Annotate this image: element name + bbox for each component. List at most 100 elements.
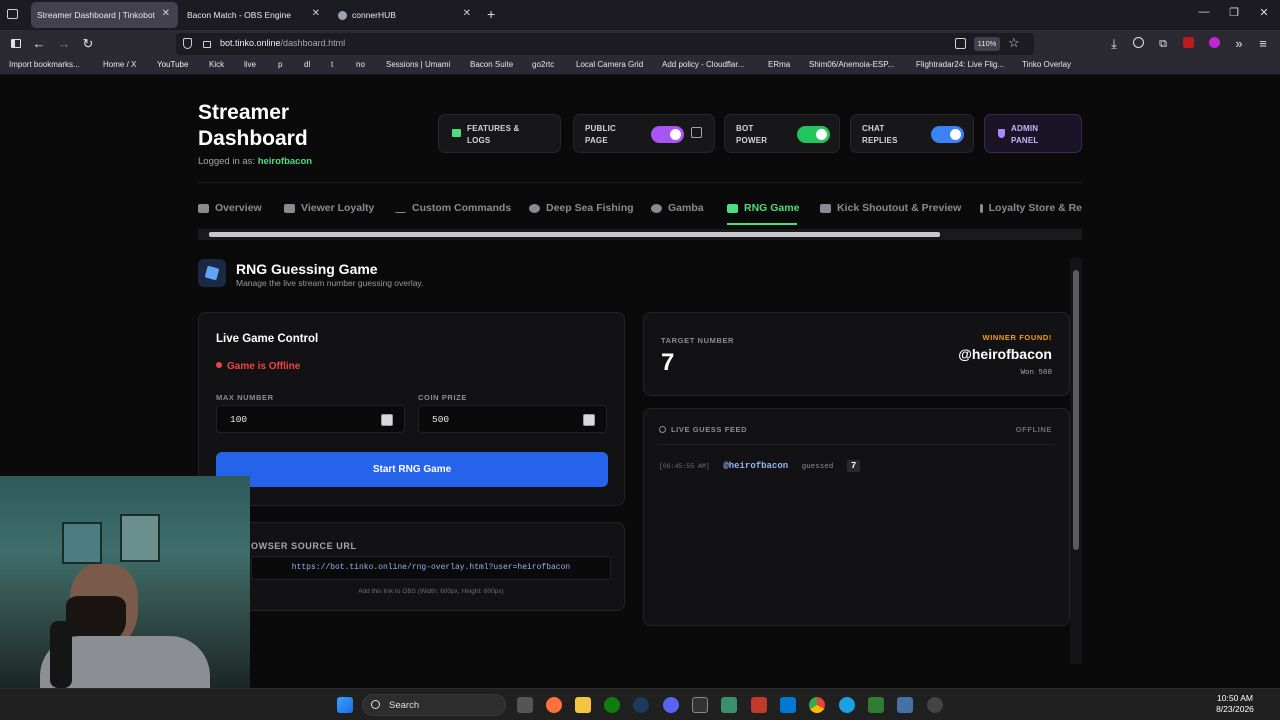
bookmark-p[interactable]: p bbox=[278, 60, 282, 69]
taskbar-search[interactable]: Search bbox=[362, 694, 506, 716]
bookmark-go2rtc[interactable]: go2rtc bbox=[532, 60, 554, 69]
bookmark-flightradar[interactable]: Flightradar24: Live Flig... bbox=[916, 60, 1004, 69]
bookmark-bacon-suite[interactable]: Bacon Suite bbox=[470, 60, 513, 69]
close-window-icon[interactable]: ✕ bbox=[1254, 6, 1274, 19]
remote-desktop-icon[interactable] bbox=[897, 697, 913, 713]
tab-custom-commands[interactable]: Custom Commands bbox=[395, 202, 511, 214]
tab-gamba[interactable]: Gamba bbox=[651, 202, 704, 214]
bookmark-star-icon[interactable]: ☆ bbox=[1008, 35, 1020, 51]
chrome-icon[interactable] bbox=[809, 697, 825, 713]
chat-replies-toggle[interactable] bbox=[931, 126, 964, 143]
bookmark-camera-grid[interactable]: Local Camera Grid bbox=[576, 60, 643, 69]
tab-overview[interactable]: Overview bbox=[198, 202, 262, 214]
max-number-input[interactable]: 100 bbox=[216, 405, 405, 433]
tab-label: Gamba bbox=[668, 202, 704, 214]
reload-icon[interactable]: ↻ bbox=[79, 35, 97, 53]
new-tab-button[interactable]: + bbox=[487, 6, 495, 22]
url-text: bot.tinko.online/dashboard.html bbox=[220, 38, 345, 48]
page-scrollbar-thumb[interactable] bbox=[1073, 270, 1079, 550]
tabs-scrollbar-thumb[interactable] bbox=[209, 232, 940, 237]
tab-loyalty-store[interactable]: Loyalty Store & Re bbox=[980, 202, 1082, 214]
windows-taskbar: Search 10:50 AM 8/23/2026 bbox=[0, 688, 1280, 720]
feed-status: OFFLINE bbox=[1015, 425, 1052, 434]
bookmark-no[interactable]: no bbox=[356, 60, 365, 69]
username: heirofbacon bbox=[257, 156, 313, 167]
bookmark-erma[interactable]: ERma bbox=[768, 60, 790, 69]
number-spinner-icon[interactable] bbox=[583, 414, 595, 426]
target-number-card: TARGET NUMBER 7 WINNER FOUND! @heirofbac… bbox=[643, 312, 1070, 396]
features-logs-button[interactable]: FEATURES & LOGS bbox=[438, 114, 561, 153]
downloads-icon[interactable]: ⤓ bbox=[1105, 35, 1123, 53]
maximize-icon[interactable]: ❐ bbox=[1224, 6, 1244, 19]
feed-divider bbox=[659, 444, 1055, 445]
windows-start-icon[interactable] bbox=[337, 697, 353, 713]
app-icon[interactable] bbox=[927, 697, 943, 713]
status-text: Game is Offline bbox=[227, 361, 301, 372]
network-app-icon[interactable] bbox=[868, 697, 884, 713]
tab-label: Deep Sea Fishing bbox=[546, 202, 634, 214]
live-game-control-card: Live Game Control Game is Offline MAX NU… bbox=[198, 312, 625, 506]
xbox-icon[interactable] bbox=[604, 697, 620, 713]
task-view-icon[interactable] bbox=[517, 697, 533, 713]
admin-panel-button[interactable]: ADMIN PANEL bbox=[984, 114, 1082, 153]
file-explorer-icon[interactable] bbox=[575, 697, 591, 713]
tab-deep-sea-fishing[interactable]: Deep Sea Fishing bbox=[529, 202, 634, 214]
vscode-icon[interactable] bbox=[780, 697, 796, 713]
bookmark-dl[interactable]: dl bbox=[304, 60, 310, 69]
discord-icon[interactable] bbox=[663, 697, 679, 713]
bookmark-t[interactable]: t bbox=[331, 60, 333, 69]
shield-icon bbox=[998, 129, 1005, 138]
bookmark-anemoia[interactable]: Shim06/Anemoia-ESP... bbox=[809, 60, 894, 69]
public-page-control: PUBLIC PAGE bbox=[573, 114, 715, 153]
taskbar-clock[interactable]: 10:50 AM 8/23/2026 bbox=[1205, 693, 1265, 715]
extension-purple-icon[interactable] bbox=[1205, 35, 1223, 53]
bookmark-home-x[interactable]: Home / X bbox=[103, 60, 136, 69]
search-label: Search bbox=[389, 700, 420, 711]
tab-streamer-dashboard[interactable]: Streamer Dashboard | Tinkobot ✕ bbox=[31, 2, 178, 28]
bookmark-kick[interactable]: Kick bbox=[209, 60, 224, 69]
tab-kick-shoutout[interactable]: Kick Shoutout & Preview bbox=[820, 202, 961, 214]
bot-power-toggle[interactable] bbox=[797, 126, 830, 143]
tab-connerhub[interactable]: connerHUB ✕ bbox=[332, 2, 479, 28]
extensions-icon[interactable]: ⧉ bbox=[1154, 35, 1172, 53]
back-icon[interactable]: ← bbox=[30, 35, 48, 53]
feed-user: @heirofbacon bbox=[723, 461, 789, 471]
tab-list-icon[interactable] bbox=[7, 9, 18, 19]
bookmark-youtube[interactable]: YouTube bbox=[157, 60, 188, 69]
external-link-icon[interactable] bbox=[691, 127, 702, 138]
bookmark-live[interactable]: live bbox=[244, 60, 256, 69]
public-page-toggle[interactable] bbox=[651, 126, 684, 143]
terminal-icon[interactable] bbox=[692, 697, 708, 713]
coin-prize-input[interactable]: 500 bbox=[418, 405, 607, 433]
reader-view-icon[interactable] bbox=[955, 38, 966, 49]
bookmark-cloudflare[interactable]: Add policy - Cloudflar... bbox=[662, 60, 744, 69]
tab-bacon-match[interactable]: Bacon Match - OBS Engine ✕ bbox=[181, 2, 328, 28]
public-page-label: PUBLIC PAGE bbox=[585, 123, 616, 147]
steam-icon[interactable] bbox=[633, 697, 649, 713]
account-icon[interactable] bbox=[1129, 35, 1147, 53]
firefox-icon[interactable] bbox=[546, 697, 562, 713]
extension-red-icon[interactable] bbox=[1179, 35, 1197, 53]
bookmark-import[interactable]: Import bookmarks... bbox=[9, 60, 80, 69]
voice-app-icon[interactable] bbox=[751, 697, 767, 713]
close-tab-icon[interactable]: ✕ bbox=[162, 8, 170, 19]
forward-icon[interactable]: → bbox=[55, 35, 73, 53]
start-rng-game-button[interactable]: Start RNG Game bbox=[216, 452, 608, 487]
tab-viewer-loyalty[interactable]: Viewer Loyalty bbox=[284, 202, 374, 214]
close-tab-icon[interactable]: ✕ bbox=[463, 8, 471, 19]
notepad-icon[interactable] bbox=[721, 697, 737, 713]
close-tab-icon[interactable]: ✕ bbox=[312, 8, 320, 19]
zoom-level-badge[interactable]: 110% bbox=[974, 37, 1000, 51]
edge-icon[interactable] bbox=[839, 697, 855, 713]
address-bar[interactable]: bot.tinko.online/dashboard.html 110% ☆ bbox=[176, 33, 1034, 55]
sidebar-toggle-icon[interactable] bbox=[7, 35, 25, 53]
number-spinner-icon[interactable] bbox=[381, 414, 393, 426]
tab-rng-game[interactable]: RNG Game bbox=[727, 202, 799, 214]
bookmark-umami[interactable]: Sessions | Umami bbox=[386, 60, 450, 69]
overlay-url-field[interactable]: https://bot.tinko.online/rng-overlay.htm… bbox=[251, 556, 611, 580]
feed-entry: [06:45:55 AM] @heirofbacon guessed 7 bbox=[659, 455, 861, 473]
overflow-menu-icon[interactable]: » bbox=[1230, 35, 1248, 53]
minimize-icon[interactable]: — bbox=[1194, 6, 1214, 18]
bookmark-tinko-overlay[interactable]: Tinko Overlay bbox=[1022, 60, 1071, 69]
app-menu-icon[interactable]: ≡ bbox=[1254, 35, 1272, 53]
